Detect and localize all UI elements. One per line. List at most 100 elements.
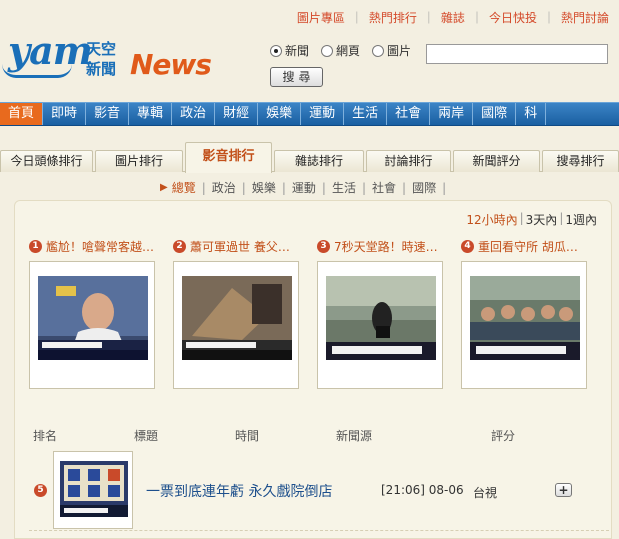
search-button[interactable]: 搜尋: [270, 67, 323, 87]
logo-swoosh: [2, 64, 72, 78]
video-thumbnail[interactable]: [182, 276, 292, 360]
play-arrow-icon: ▶: [160, 182, 168, 193]
nav-item-realtime[interactable]: 即時: [43, 103, 87, 125]
nav-item-video[interactable]: 影音: [86, 103, 130, 125]
subcat-international[interactable]: 國際: [412, 179, 436, 196]
video-card-title[interactable]: 2 蕭可軍過世 養父…: [173, 237, 305, 255]
top-videos: 1 尷尬！嗆聲常客越… 2 蕭可軍過世 養父… 3 7秒天堂路！時速… 4 重回…: [15, 237, 613, 397]
video-thumbnail[interactable]: [326, 276, 436, 360]
scope-option-news[interactable]: 新聞: [270, 42, 309, 59]
divider: |: [402, 180, 407, 195]
video-thumbnail[interactable]: [38, 276, 148, 360]
publish-date: 08-06: [428, 483, 464, 497]
divider: ｜: [542, 11, 555, 25]
nav-item-cross-strait[interactable]: 兩岸: [430, 103, 474, 125]
range-3d[interactable]: 3天內: [526, 211, 558, 228]
logo-cn-line2: 新聞: [86, 60, 117, 78]
nav-item-entertainment[interactable]: 娛樂: [258, 103, 302, 125]
video-card-title[interactable]: 4 重回看守所 胡瓜…: [461, 237, 593, 255]
subcat-politics[interactable]: 政治: [212, 179, 236, 196]
scope-option-web[interactable]: 網頁: [321, 42, 360, 59]
top-link-hot-discussion[interactable]: 熱門討論: [561, 9, 609, 26]
nav-item-international[interactable]: 國際: [473, 103, 517, 125]
logo-news-text: News: [130, 48, 212, 81]
video-card-title[interactable]: 1 尷尬！嗆聲常客越…: [29, 237, 161, 255]
scope-option-images[interactable]: 圖片: [372, 42, 411, 59]
divider: ｜: [470, 11, 483, 25]
video-thumbnail-frame[interactable]: [173, 261, 299, 389]
search-input[interactable]: [426, 44, 608, 64]
tab-search-ranking[interactable]: 搜尋排行: [542, 150, 619, 172]
subcat-entertainment[interactable]: 娛樂: [252, 179, 276, 196]
divider: ｜: [350, 11, 363, 25]
logo-cn-line1: 天空: [86, 40, 117, 58]
col-title: 標題: [134, 429, 159, 443]
search-form: 新聞 網頁 圖片 搜尋: [270, 42, 610, 92]
divider: |: [519, 211, 524, 225]
expand-plus-button[interactable]: +: [555, 483, 572, 497]
video-title-text: 蕭可軍過世 養父…: [190, 239, 290, 254]
divider: |: [442, 180, 447, 195]
video-thumbnail-frame[interactable]: [29, 261, 155, 389]
top-link-magazine[interactable]: 雜誌: [441, 9, 465, 26]
subcat-overview[interactable]: 總覽: [172, 179, 196, 196]
video-title-text: 尷尬！嗆聲常客越…: [46, 239, 155, 254]
nav-item-sports[interactable]: 運動: [301, 103, 345, 125]
subcategory-filter: ▶ 總覽 | 政治 | 娛樂 | 運動 | 生活 | 社會 | 國際 |: [160, 179, 452, 196]
nav-item-politics[interactable]: 政治: [172, 103, 216, 125]
video-title-text: 重回看守所 胡瓜…: [478, 239, 578, 254]
nav-item-albums[interactable]: 專輯: [129, 103, 173, 125]
nav-item-science[interactable]: 科: [516, 103, 547, 125]
col-rank: 排名: [33, 429, 58, 443]
video-card-title[interactable]: 3 7秒天堂路！時速…: [317, 237, 449, 255]
subcat-life[interactable]: 生活: [332, 179, 356, 196]
tab-photo-ranking[interactable]: 圖片排行: [95, 150, 183, 172]
time-range-filter: 12小時內 | 3天內 | 1週內: [466, 211, 597, 228]
divider: |: [201, 180, 206, 195]
ranking-table-header: 排名 標題 時間 新聞源 評分: [33, 427, 603, 443]
video-card[interactable]: 4 重回看守所 胡瓜…: [461, 237, 593, 389]
subcat-society[interactable]: 社會: [372, 179, 396, 196]
table-row[interactable]: 5 一票到底連年虧 永久戲院倒店 [21:06] 08-06 台視 +: [29, 451, 609, 531]
divider: |: [321, 180, 326, 195]
tab-magazine-ranking[interactable]: 雜誌排行: [274, 150, 364, 172]
page: { "top_links": ["圖片專區", "熱門排行", "雜誌", "今…: [0, 0, 619, 539]
top-links: 圖片專區 ｜ 熱門排行 ｜ 雜誌 ｜ 今日快投 ｜ 熱門討論: [297, 9, 609, 26]
nav-item-society[interactable]: 社會: [387, 103, 431, 125]
video-thumbnail[interactable]: [470, 276, 580, 360]
subcat-sports[interactable]: 運動: [292, 179, 316, 196]
video-card[interactable]: 1 尷尬！嗆聲常客越…: [29, 237, 161, 389]
radio-news[interactable]: [270, 44, 282, 57]
range-12h[interactable]: 12小時內: [466, 211, 517, 228]
rank-badge: 1: [29, 239, 42, 253]
tab-video-ranking[interactable]: 影音排行: [185, 142, 272, 173]
yam-news-logo[interactable]: yam 天空 新聞 News: [2, 26, 227, 86]
range-1w[interactable]: 1週內: [565, 211, 597, 228]
video-thumbnail-frame[interactable]: [53, 451, 133, 529]
nav-item-life[interactable]: 生活: [344, 103, 388, 125]
radio-images[interactable]: [372, 44, 385, 57]
top-link-quick-vote[interactable]: 今日快投: [489, 9, 537, 26]
col-time: 時間: [235, 429, 260, 443]
publish-time: [21:06] 08-06: [381, 483, 464, 497]
top-link-photos[interactable]: 圖片專區: [297, 9, 345, 26]
divider: ｜: [422, 11, 435, 25]
nav-item-finance[interactable]: 財經: [215, 103, 259, 125]
video-thumbnail-frame[interactable]: [461, 261, 587, 389]
video-card[interactable]: 3 7秒天堂路！時速…: [317, 237, 449, 389]
divider: |: [361, 180, 367, 195]
video-headline-link[interactable]: 一票到底連年虧 永久戲院倒店: [146, 481, 332, 501]
radio-web[interactable]: [321, 44, 334, 57]
nav-item-home[interactable]: 首頁: [0, 103, 44, 125]
top-link-hot-ranking[interactable]: 熱門排行: [369, 9, 417, 26]
rank-badge: 2: [173, 239, 186, 253]
video-thumbnail-frame[interactable]: [317, 261, 443, 389]
video-card[interactable]: 2 蕭可軍過世 養父…: [173, 237, 305, 389]
video-thumbnail[interactable]: [60, 461, 128, 517]
tab-discussion-ranking[interactable]: 討論排行: [366, 150, 451, 172]
tab-headline-ranking[interactable]: 今日頭條排行: [0, 150, 93, 172]
video-title-text: 7秒天堂路！時速…: [334, 239, 438, 254]
divider: |: [559, 211, 564, 225]
video-ranking-panel: 12小時內 | 3天內 | 1週內 1 尷尬！嗆聲常客越… 2 蕭可軍過世 養父…: [14, 200, 612, 539]
tab-news-rating[interactable]: 新聞評分: [453, 150, 540, 172]
